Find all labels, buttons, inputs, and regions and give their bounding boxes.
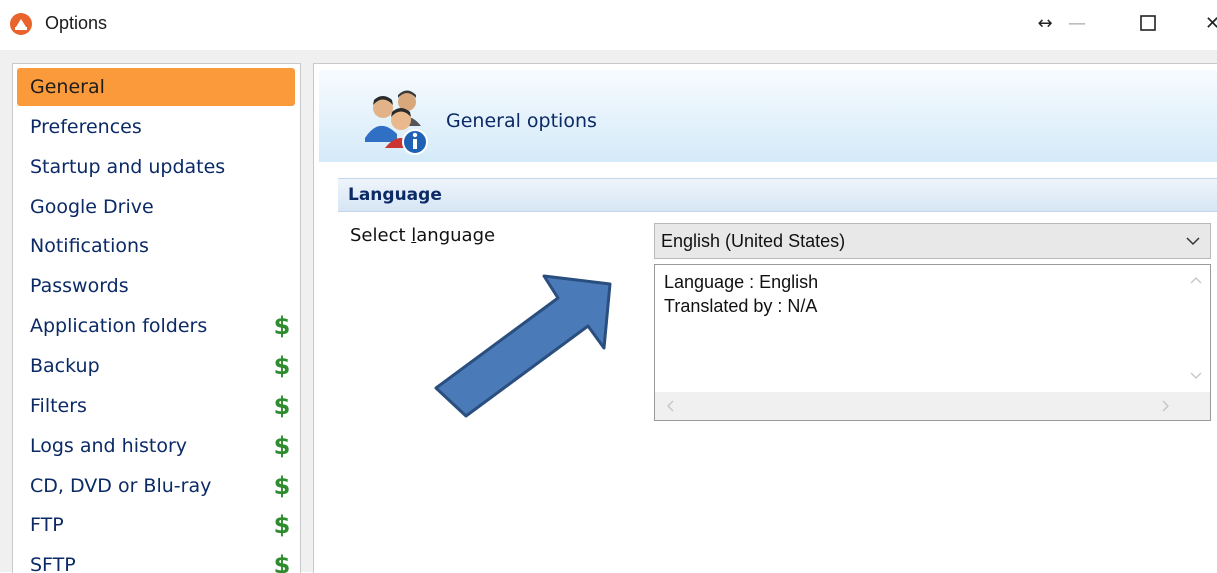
sidebar-item-preferences[interactable]: Preferences — [17, 108, 295, 146]
language-section-header: Language — [338, 178, 1217, 212]
minimize-button[interactable]: — — [1062, 8, 1092, 38]
sidebar-item-passwords[interactable]: Passwords — [17, 267, 295, 305]
sidebar-item-general[interactable]: General — [17, 68, 295, 106]
sidebar-item-notifications[interactable]: Notifications — [17, 227, 295, 265]
page-header: General options — [319, 70, 1217, 162]
premium-dollar-icon: $ — [273, 551, 291, 573]
sidebar-item-label: Backup — [30, 355, 100, 377]
scroll-left-icon[interactable] — [665, 400, 675, 412]
info-language-line: Language : English — [664, 272, 819, 292]
language-select[interactable]: English (United States) — [654, 223, 1211, 259]
maximize-button[interactable] — [1130, 8, 1166, 38]
horizontal-scrollbar[interactable] — [655, 392, 1183, 420]
premium-dollar-icon: $ — [273, 352, 291, 380]
sidebar-item-label: Notifications — [30, 235, 149, 257]
scroll-down-icon[interactable] — [1190, 371, 1202, 381]
sidebar-item-ftp[interactable]: FTP $ — [17, 506, 295, 544]
scroll-right-icon[interactable] — [1161, 400, 1171, 412]
info-translator-line: Translated by : N/A — [664, 296, 818, 316]
sidebar-item-label: Logs and history — [30, 435, 188, 457]
premium-dollar-icon: $ — [273, 432, 291, 460]
sidebar-item-label: Application folders — [30, 315, 208, 337]
sidebar-item-label: CD, DVD or Blu-ray — [30, 475, 212, 497]
window-title: Options — [45, 13, 108, 33]
sidebar-item-filters[interactable]: Filters $ — [17, 387, 295, 425]
sidebar-item-label: Google Drive — [30, 196, 154, 218]
users-info-icon — [365, 90, 428, 155]
sidebar-item-label: Passwords — [30, 275, 129, 297]
premium-dollar-icon: $ — [273, 472, 291, 500]
title-bar: Options ↔ — ✕ — [0, 0, 1217, 50]
sidebar-item-startup-and-updates[interactable]: Startup and updates — [17, 148, 295, 186]
sidebar-item-cd-dvd-bluray[interactable]: CD, DVD or Blu-ray $ — [17, 467, 295, 505]
sidebar-item-label: Preferences — [30, 116, 142, 138]
premium-dollar-icon: $ — [273, 312, 291, 340]
app-logo-icon — [10, 13, 32, 35]
page-title: General options — [446, 110, 597, 132]
premium-dollar-icon: $ — [273, 511, 291, 539]
chevron-down-icon — [1186, 237, 1200, 246]
close-button[interactable]: ✕ — [1205, 8, 1217, 38]
sidebar-item-sftp[interactable]: SFTP $ — [17, 546, 295, 573]
language-select-value: English (United States) — [661, 231, 846, 251]
maximize-icon — [1140, 15, 1156, 31]
annotation-arrow-icon — [434, 274, 612, 418]
select-language-label: Select language — [350, 225, 496, 246]
options-sidebar: General Preferences Startup and updates … — [12, 63, 301, 573]
sidebar-item-label: Filters — [30, 395, 87, 417]
sidebar-item-application-folders[interactable]: Application folders $ — [17, 307, 295, 345]
scroll-corner — [1182, 392, 1210, 420]
sidebar-item-backup[interactable]: Backup $ — [17, 347, 295, 385]
sidebar-item-label: Startup and updates — [30, 156, 226, 178]
sidebar-item-logs-and-history[interactable]: Logs and history $ — [17, 427, 295, 465]
move-icon[interactable]: ↔ — [1030, 8, 1060, 38]
language-info-box[interactable]: Language : English Translated by : N/A — [654, 264, 1211, 421]
sidebar-item-label: SFTP — [30, 554, 76, 573]
sidebar-item-label: FTP — [30, 514, 64, 536]
vertical-scrollbar[interactable] — [1182, 265, 1210, 391]
sidebar-item-label: General — [30, 76, 105, 98]
scroll-up-icon[interactable] — [1190, 275, 1202, 285]
section-title: Language — [348, 185, 442, 205]
sidebar-item-google-drive[interactable]: Google Drive — [17, 188, 295, 226]
premium-dollar-icon: $ — [273, 392, 291, 420]
